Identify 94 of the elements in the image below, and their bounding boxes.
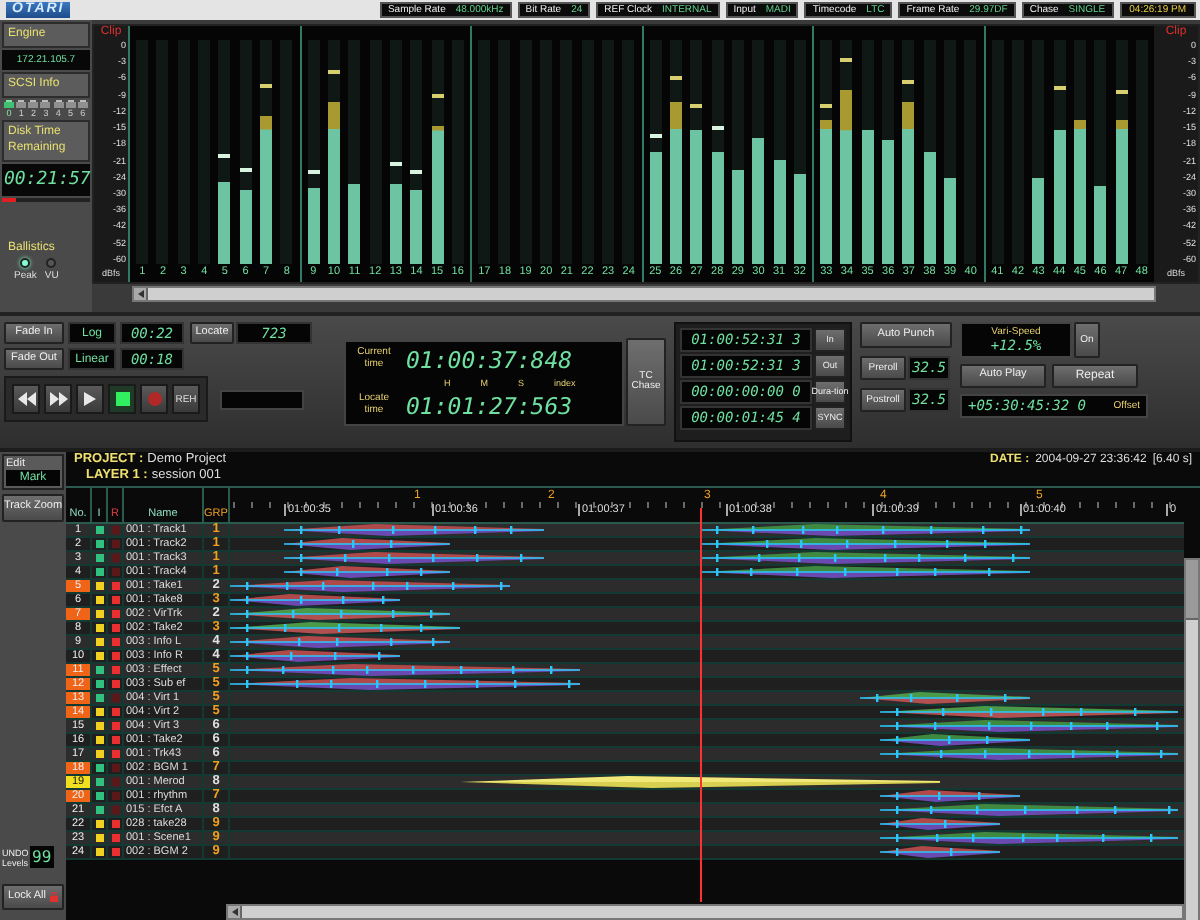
horizontal-scrollbar[interactable] — [132, 286, 1156, 302]
audio-clip[interactable] — [879, 734, 1031, 746]
forward-button[interactable] — [44, 384, 72, 414]
audio-clip[interactable] — [699, 552, 1031, 564]
fast-forward-icon — [49, 392, 67, 406]
disk-time-display: 00:21:57 — [2, 163, 90, 196]
input-indicator[interactable] — [95, 610, 103, 618]
input-indicator[interactable] — [95, 834, 103, 842]
record-indicator[interactable] — [111, 736, 119, 744]
scroll-left-icon[interactable] — [137, 290, 143, 298]
input-indicator[interactable] — [95, 652, 103, 660]
audio-clip[interactable] — [230, 678, 581, 690]
vertical-scrollbar[interactable] — [1184, 558, 1200, 920]
audio-clip[interactable] — [283, 524, 545, 536]
record-indicator[interactable] — [111, 624, 119, 632]
input-indicator[interactable] — [95, 806, 103, 814]
audio-clip[interactable] — [283, 566, 451, 578]
input-indicator[interactable] — [95, 568, 103, 576]
disk-icon[interactable] — [28, 100, 39, 109]
rewind-icon — [17, 392, 35, 406]
audio-clip[interactable] — [859, 692, 1031, 704]
record-indicator[interactable] — [111, 834, 119, 842]
record-indicator[interactable] — [111, 666, 119, 674]
stop-button[interactable] — [108, 384, 136, 414]
input-indicator[interactable] — [95, 820, 103, 828]
input-indicator[interactable] — [95, 750, 103, 758]
radio-button[interactable] — [46, 258, 57, 268]
record-indicator[interactable] — [111, 610, 119, 618]
record-indicator[interactable] — [111, 708, 119, 716]
disk-icon[interactable] — [16, 100, 27, 109]
record-indicator[interactable] — [111, 722, 119, 730]
disk-icon[interactable] — [77, 100, 88, 109]
audio-clip[interactable] — [699, 524, 1031, 536]
audio-clip[interactable] — [879, 818, 1001, 830]
record-indicator[interactable] — [111, 596, 119, 604]
audio-clip[interactable] — [230, 636, 451, 648]
disk-icon[interactable] — [4, 100, 14, 109]
locate-time-display: 01:01:27:563 — [406, 391, 573, 419]
current-time-display: 01:00:37:848 — [406, 345, 573, 373]
input-indicator[interactable] — [95, 848, 103, 856]
record-indicator[interactable] — [111, 582, 119, 590]
input-indicator[interactable] — [95, 666, 103, 674]
audio-clip[interactable] — [879, 790, 1021, 802]
input-indicator[interactable] — [95, 624, 103, 632]
audio-clip[interactable] — [879, 720, 1179, 732]
lock-icon — [49, 892, 58, 902]
input-indicator[interactable] — [95, 694, 103, 702]
record-indicator[interactable] — [111, 652, 119, 660]
audio-clip[interactable] — [879, 748, 1179, 760]
input-indicator[interactable] — [95, 540, 103, 548]
input-indicator[interactable] — [95, 722, 103, 730]
input-indicator[interactable] — [95, 526, 103, 534]
input-indicator[interactable] — [95, 596, 103, 604]
audio-clip[interactable] — [879, 706, 1179, 718]
input-indicator[interactable] — [95, 582, 103, 590]
input-indicator[interactable] — [95, 792, 103, 800]
input-indicator[interactable] — [95, 736, 103, 744]
undo-levels-display: 99 — [30, 846, 54, 868]
audio-clip[interactable] — [699, 538, 1031, 550]
horizontal-scrollbar[interactable] — [226, 904, 1184, 920]
scroll-left-icon[interactable] — [231, 908, 237, 916]
audio-clip[interactable] — [879, 832, 1179, 844]
input-indicator[interactable] — [95, 778, 103, 786]
input-indicator[interactable] — [95, 680, 103, 688]
audio-clip[interactable] — [230, 664, 581, 676]
record-indicator[interactable] — [111, 848, 119, 856]
audio-clip[interactable] — [230, 594, 401, 606]
play-icon — [84, 392, 96, 406]
rewind-button[interactable] — [12, 384, 40, 414]
audio-clip[interactable] — [230, 650, 401, 662]
input-indicator[interactable] — [95, 764, 103, 772]
audio-clip[interactable] — [879, 804, 1179, 816]
audio-clip[interactable] — [230, 622, 461, 634]
audio-clip[interactable] — [879, 846, 1001, 858]
record-icon — [147, 392, 161, 406]
input-indicator[interactable] — [95, 708, 103, 716]
input-indicator[interactable] — [95, 554, 103, 562]
input-indicator[interactable] — [95, 638, 103, 646]
record-indicator[interactable] — [111, 820, 119, 828]
disk-icon[interactable] — [65, 100, 76, 109]
record-indicator[interactable] — [111, 638, 119, 646]
play-button[interactable] — [76, 384, 104, 414]
radio-button[interactable] — [20, 258, 31, 268]
disk-icon[interactable] — [53, 100, 64, 109]
audio-clip[interactable] — [283, 538, 451, 550]
audio-clip[interactable] — [230, 608, 451, 620]
stop-icon — [115, 392, 129, 406]
audio-clip[interactable] — [230, 580, 511, 592]
audio-clip[interactable] — [699, 566, 1031, 578]
blank-display — [220, 389, 304, 409]
audio-clip[interactable] — [283, 552, 545, 564]
record-indicator[interactable] — [111, 680, 119, 688]
record-indicator[interactable] — [111, 750, 119, 758]
disk-icon[interactable] — [40, 100, 51, 109]
